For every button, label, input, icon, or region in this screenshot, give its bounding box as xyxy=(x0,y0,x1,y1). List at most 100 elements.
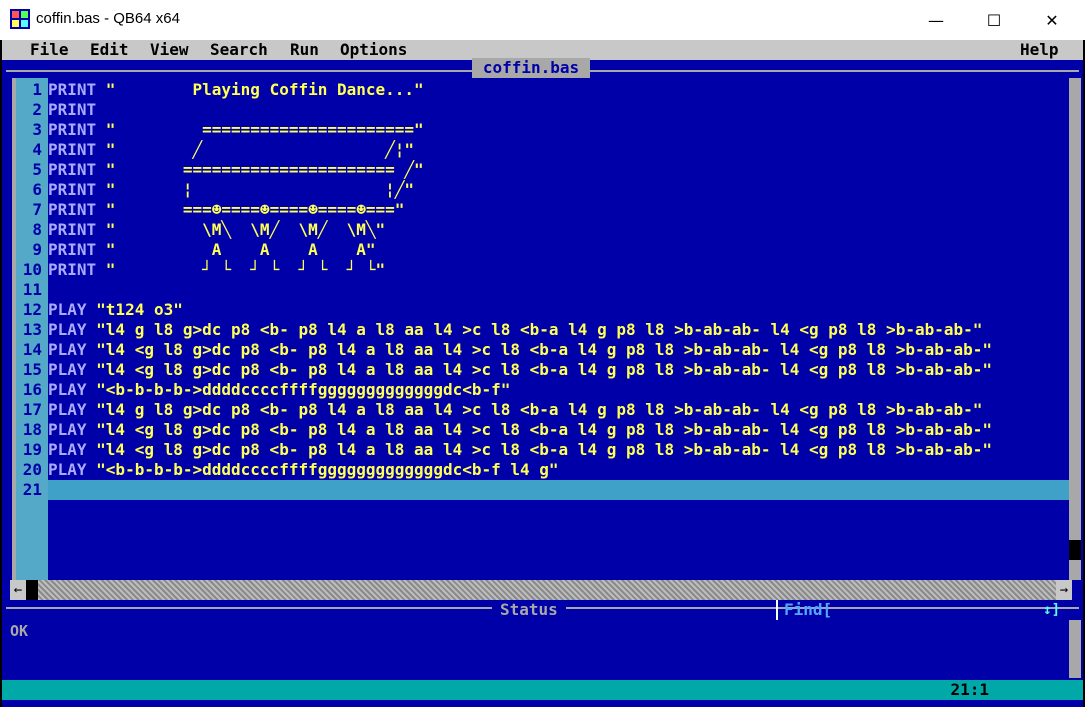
qb64-app-icon xyxy=(10,9,30,29)
code-keyword: PRINT xyxy=(48,240,97,259)
code-keyword: PLAY xyxy=(48,360,87,379)
line-number: 15 xyxy=(22,360,42,379)
line-number: 8 xyxy=(32,220,42,239)
code-argument: " ╱ ╱¦" xyxy=(96,140,415,159)
code-line[interactable]: 20 PLAY "<b-b-b-b->ddddccccffffggggggggg… xyxy=(12,460,1062,480)
menu-search[interactable]: Search xyxy=(210,40,268,60)
find-label: Find[ xyxy=(784,600,833,619)
line-number: 21 xyxy=(22,480,42,499)
window-titlebar: coffin.bas - QB64 x64 — ☐ ✕ xyxy=(0,0,1085,40)
code-line[interactable]: 14 PLAY "l4 <g l8 g>dc p8 <b- p8 l4 a l8… xyxy=(12,340,1062,360)
horizontal-scroll-thumb[interactable] xyxy=(26,580,38,600)
code-keyword: PRINT xyxy=(48,120,97,139)
code-keyword: PRINT xyxy=(48,180,97,199)
code-keyword: PRINT xyxy=(48,260,97,279)
code-keyword: PRINT xyxy=(48,140,97,159)
code-argument: " Playing Coffin Dance..." xyxy=(96,80,424,99)
code-line[interactable]: 15 PLAY "l4 <g l8 g>dc p8 <b- p8 l4 a l8… xyxy=(12,360,1062,380)
code-argument: " ======================" xyxy=(96,120,424,139)
line-number: 13 xyxy=(22,320,42,339)
code-argument: " A A A A" xyxy=(96,240,376,259)
code-line[interactable]: 7 PRINT " ===☻====☻====☻====☻===" xyxy=(12,200,1062,220)
line-number: 20 xyxy=(22,460,42,479)
code-argument: "l4 <g l8 g>dc p8 <b- p8 l4 a l8 aa l4 >… xyxy=(86,440,993,459)
vertical-scroll-thumb[interactable] xyxy=(1069,540,1081,560)
code-keyword: PLAY xyxy=(48,380,87,399)
menu-options[interactable]: Options xyxy=(340,40,407,60)
code-argument: "<b-b-b-b->ddddccccffffgggggggggggggdc<b… xyxy=(86,460,559,479)
code-line[interactable]: 9 PRINT " A A A A" xyxy=(12,240,1062,260)
code-line[interactable]: 18 PLAY "l4 <g l8 g>dc p8 <b- p8 l4 a l8… xyxy=(12,420,1062,440)
line-number: 17 xyxy=(22,400,42,419)
line-number: 16 xyxy=(22,380,42,399)
code-argument: "t124 o3" xyxy=(86,300,183,319)
code-keyword: PRINT xyxy=(48,200,97,219)
line-number: 4 xyxy=(32,140,42,159)
code-line[interactable]: 17 PLAY "l4 g l8 g>dc p8 <b- p8 l4 a l8 … xyxy=(12,400,1062,420)
status-scrollbar[interactable] xyxy=(1069,620,1081,678)
find-arrows-icon[interactable]: ↕] xyxy=(1043,600,1060,620)
code-line[interactable]: 5 PRINT " ====================== ╱" xyxy=(12,160,1062,180)
line-number: 5 xyxy=(32,160,42,179)
code-line[interactable]: 6 PRINT " ¦ ¦╱" xyxy=(12,180,1062,200)
cursor-position: 21:1 xyxy=(950,680,989,699)
code-line[interactable]: 3 PRINT " ======================" xyxy=(12,120,1062,140)
code-keyword: PLAY xyxy=(48,400,87,419)
code-argument: "l4 <g l8 g>dc p8 <b- p8 l4 a l8 aa l4 >… xyxy=(86,420,993,439)
scroll-right-arrow-icon[interactable]: → xyxy=(1056,580,1072,600)
line-number: 2 xyxy=(32,100,42,119)
code-argument: "l4 <g l8 g>dc p8 <b- p8 l4 a l8 aa l4 >… xyxy=(86,340,993,359)
code-editor[interactable]: 1 PRINT " Playing Coffin Dance..." 2 PRIN… xyxy=(12,80,1062,500)
line-number: 11 xyxy=(22,280,42,299)
code-line[interactable]: 19 PLAY "l4 <g l8 g>dc p8 <b- p8 l4 a l8… xyxy=(12,440,1062,460)
line-number: 6 xyxy=(32,180,42,199)
code-argument: " ┘ └ ┘ └ ┘ └ ┘ └" xyxy=(96,260,386,279)
code-keyword: PLAY xyxy=(48,300,87,319)
code-keyword: PRINT xyxy=(48,80,97,99)
line-number: 7 xyxy=(32,200,42,219)
code-line[interactable]: 8 PRINT " \M╲ \M╱ \M╱ \M╲" xyxy=(12,220,1062,240)
status-title: Status xyxy=(492,600,566,620)
horizontal-scrollbar[interactable]: ← → xyxy=(10,580,1072,600)
menu-view[interactable]: View xyxy=(150,40,189,60)
code-keyword: PLAY xyxy=(48,420,87,439)
line-number: 9 xyxy=(32,240,42,259)
code-argument: "l4 g l8 g>dc p8 <b- p8 l4 a l8 aa l4 >c… xyxy=(86,400,983,419)
menu-file[interactable]: File xyxy=(30,40,69,60)
code-argument: " ====================== ╱" xyxy=(96,160,424,179)
code-keyword: PLAY xyxy=(48,460,87,479)
code-keyword: PLAY xyxy=(48,440,87,459)
code-line[interactable]: 13 PLAY "l4 g l8 g>dc p8 <b- p8 l4 a l8 … xyxy=(12,320,1062,340)
menu-run[interactable]: Run xyxy=(290,40,319,60)
code-line[interactable]: 12 PLAY "t124 o3" xyxy=(12,300,1062,320)
scroll-left-arrow-icon[interactable]: ← xyxy=(10,580,26,600)
code-keyword: PRINT xyxy=(48,220,97,239)
code-line[interactable]: 1 PRINT " Playing Coffin Dance..." xyxy=(12,80,1062,100)
line-number: 18 xyxy=(22,420,42,439)
minimize-button[interactable]: — xyxy=(913,0,959,40)
code-line[interactable]: 4 PRINT " ╱ ╱¦" xyxy=(12,140,1062,160)
menu-help[interactable]: Help xyxy=(1020,40,1059,60)
code-keyword: PLAY xyxy=(48,340,87,359)
line-number: 14 xyxy=(22,340,42,359)
code-line[interactable]: 16 PLAY "<b-b-b-b->ddddccccffffggggggggg… xyxy=(12,380,1062,400)
find-box[interactable]: Find[ ↕] xyxy=(776,600,1070,620)
maximize-icon: ☐ xyxy=(986,10,1002,30)
code-keyword: PRINT xyxy=(48,100,97,119)
vertical-scrollbar[interactable] xyxy=(1069,78,1081,580)
minimize-icon: — xyxy=(928,10,944,30)
code-line[interactable]: 2 PRINT xyxy=(12,100,1062,120)
menu-edit[interactable]: Edit xyxy=(90,40,129,60)
code-line[interactable]: 10 PRINT " ┘ └ ┘ └ ┘ └ ┘ └" xyxy=(12,260,1062,280)
code-line[interactable]: 21 xyxy=(12,480,1062,500)
close-icon: ✕ xyxy=(1045,10,1059,30)
line-number: 3 xyxy=(32,120,42,139)
status-message: OK xyxy=(10,622,29,640)
code-argument: "l4 g l8 g>dc p8 <b- p8 l4 a l8 aa l4 >c… xyxy=(86,320,983,339)
code-keyword: PRINT xyxy=(48,160,97,179)
close-button[interactable]: ✕ xyxy=(1029,0,1075,40)
maximize-button[interactable]: ☐ xyxy=(971,0,1017,40)
menu-bar: File Edit View Search Run Options Help xyxy=(2,40,1083,60)
line-number: 10 xyxy=(22,260,42,279)
code-line[interactable]: 11 xyxy=(12,280,1062,300)
